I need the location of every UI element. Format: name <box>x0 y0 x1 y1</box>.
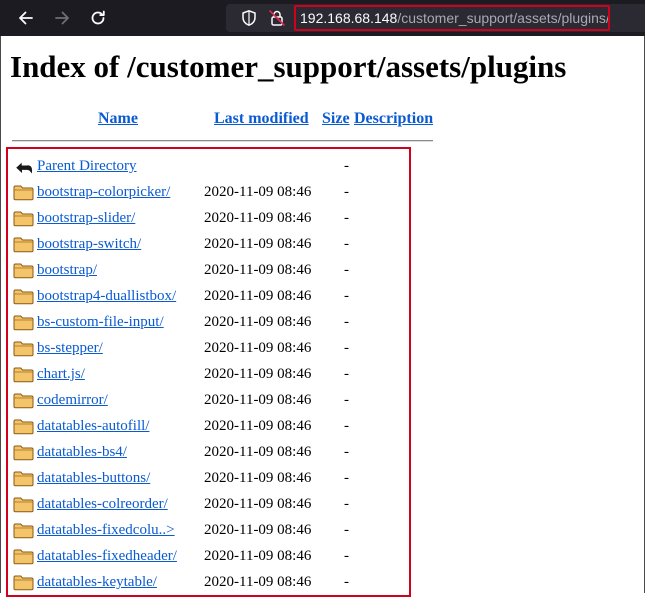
url-highlight-box <box>294 5 610 31</box>
listing-highlight-box <box>6 147 411 597</box>
forward-button[interactable] <box>50 6 74 30</box>
column-header-size[interactable]: Size <box>322 109 350 129</box>
forward-icon <box>55 11 69 25</box>
column-header-name[interactable]: Name <box>98 109 138 129</box>
header-divider <box>12 140 433 142</box>
reload-button[interactable] <box>86 6 110 30</box>
shield-icon[interactable] <box>240 9 258 27</box>
column-header-description[interactable]: Description <box>354 109 433 129</box>
column-header-last-modified[interactable]: Last modified <box>214 109 309 129</box>
back-icon <box>19 11 33 25</box>
browser-toolbar: 192.168.68.148/customer_support/assets/p… <box>0 0 645 36</box>
back-button[interactable] <box>14 6 38 30</box>
reload-icon <box>91 10 105 25</box>
page-title: Index of /customer_support/assets/plugin… <box>10 49 567 84</box>
lock-icon[interactable] <box>268 9 286 27</box>
